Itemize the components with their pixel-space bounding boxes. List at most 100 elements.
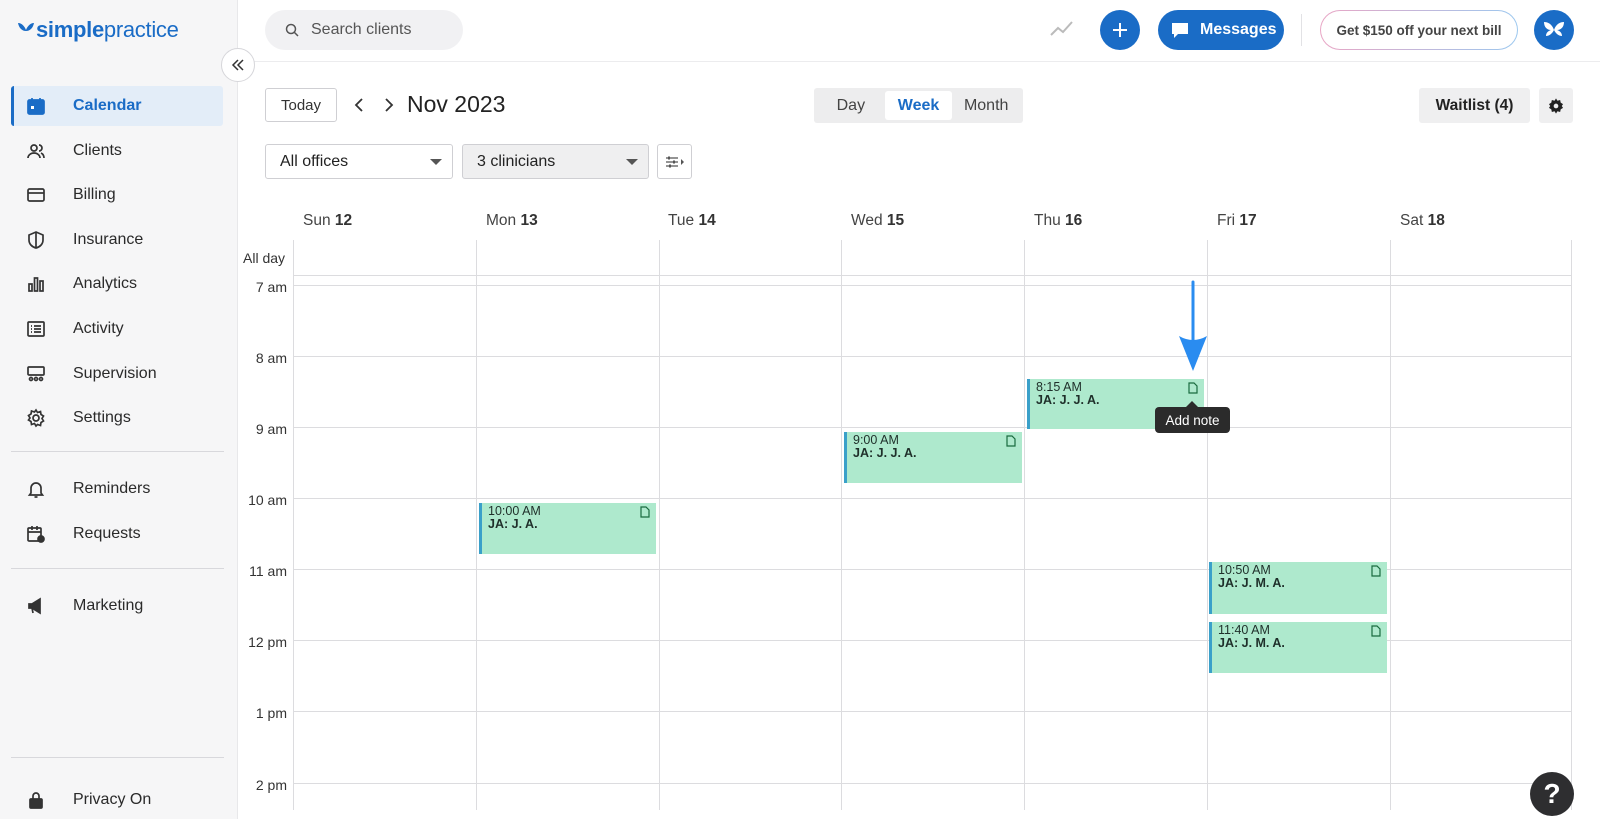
sidebar-item-billing[interactable]: Billing (11, 175, 223, 215)
day-column-line (476, 240, 477, 810)
add-button[interactable] (1100, 10, 1140, 50)
add-note-icon[interactable] (1006, 435, 1016, 447)
collapse-sidebar-button[interactable] (221, 48, 255, 82)
add-note-icon[interactable] (1188, 382, 1198, 394)
time-label: 2 pm (255, 777, 287, 793)
all-day-label: All day (243, 250, 286, 266)
day-header-tue[interactable]: Tue 14 (668, 212, 716, 230)
promo-button[interactable]: Get $150 off your next bill (1320, 10, 1518, 50)
day-column-line (1024, 240, 1025, 810)
lock-icon (25, 789, 47, 811)
logo-light: practice (103, 17, 179, 42)
hour-line (293, 285, 1571, 286)
clients-icon (25, 140, 47, 162)
day-header-fri[interactable]: Fri 17 (1217, 212, 1257, 230)
view-day-tab[interactable]: Day (817, 91, 885, 120)
supervision-icon (25, 363, 47, 385)
plus-icon (1113, 23, 1127, 37)
time-label: 7 am (255, 279, 287, 295)
allday-bottom-line (293, 275, 1571, 276)
view-week-tab[interactable]: Week (884, 91, 953, 120)
appointment-fri-1050[interactable]: 10:50 AM JA: J. M. A. (1209, 562, 1387, 614)
day-column-line (1571, 240, 1572, 810)
time-label: 10 am (248, 492, 287, 508)
time-label: 12 pm (248, 634, 287, 650)
sidebar-item-label: Calendar (73, 97, 142, 114)
view-month-tab[interactable]: Month (952, 91, 1020, 120)
privacy-label: Privacy On (73, 791, 152, 808)
messages-button[interactable]: Messages (1158, 10, 1284, 50)
caret-down-icon (626, 159, 638, 165)
waitlist-button[interactable]: Waitlist (4) (1419, 88, 1530, 123)
sidebar-item-label: Analytics (73, 275, 138, 293)
week-grid: Sun 12 Mon 13 Tue 14 Wed 15 Thu 16 Fri 1… (238, 200, 1600, 810)
time-label: 8 am (255, 350, 287, 366)
day-header-thu[interactable]: Thu 16 (1034, 212, 1082, 230)
sidebar-item-calendar[interactable]: Calendar (11, 86, 223, 126)
previous-week-button[interactable] (349, 94, 369, 116)
hour-line (293, 356, 1571, 357)
day-header-mon[interactable]: Mon 13 (486, 212, 538, 230)
time-label: 11 am (249, 563, 287, 579)
add-note-icon[interactable] (640, 506, 650, 518)
add-note-icon[interactable] (1371, 625, 1381, 637)
next-week-button[interactable] (379, 94, 399, 116)
sidebar-item-label: Supervision (73, 364, 157, 382)
sidebar-item-marketing[interactable]: Marketing (11, 586, 223, 626)
day-header-sat[interactable]: Sat 18 (1400, 212, 1445, 230)
add-note-icon[interactable] (1371, 565, 1381, 577)
sidebar-item-analytics[interactable]: Analytics (11, 264, 223, 304)
butterfly-icon (18, 23, 34, 31)
sidebar-item-label: Billing (73, 186, 116, 204)
top-bar: Messages Get $150 off your next bill (238, 0, 1600, 62)
appointment-mon-1000[interactable]: 10:00 AM JA: J. A. (479, 503, 656, 554)
logo-bold: simple (36, 17, 104, 42)
sliders-icon (665, 156, 684, 167)
appointment-client: JA: J. A. (488, 517, 538, 531)
clinician-select[interactable]: 3 clinicians (462, 144, 649, 179)
day-header-wed[interactable]: Wed 15 (851, 212, 904, 230)
appointment-fri-1140[interactable]: 11:40 AM JA: J. M. A. (1209, 622, 1387, 673)
butterfly-icon (1544, 22, 1564, 36)
chat-bubble-icon (1172, 23, 1188, 38)
sidebar-divider (11, 568, 224, 569)
office-select[interactable]: All offices (265, 144, 453, 179)
gear-icon (1548, 97, 1564, 114)
sidebar-item-supervision[interactable]: Supervision (11, 354, 223, 394)
sidebar-item-requests[interactable]: Requests (11, 514, 223, 554)
sidebar-item-activity[interactable]: Activity (11, 309, 223, 349)
appointment-wed-900[interactable]: 9:00 AM JA: J. J. A. (844, 432, 1022, 483)
hour-line (293, 711, 1571, 712)
sidebar-nav: Calendar Clients Billing Insurance Analy… (11, 86, 223, 443)
calendar-settings-button[interactable] (1539, 88, 1573, 123)
today-button[interactable]: Today (265, 88, 337, 122)
caret-down-icon (430, 159, 442, 165)
add-note-tooltip: Add note (1155, 401, 1230, 433)
logo[interactable]: simplepractice (16, 17, 179, 43)
sidebar-item-settings[interactable]: Settings (11, 398, 223, 438)
toolbar-separator (1301, 14, 1302, 46)
time-label: 1 pm (255, 705, 287, 721)
search-box[interactable] (265, 10, 463, 50)
privacy-toggle[interactable]: Privacy On (11, 780, 223, 819)
filter-button[interactable] (657, 144, 692, 179)
sidebar-item-clients[interactable]: Clients (11, 131, 223, 171)
hour-line (293, 498, 1571, 499)
day-column-line (659, 240, 660, 810)
sidebar-item-reminders[interactable]: Reminders (11, 469, 223, 509)
help-button[interactable]: ? (1530, 772, 1574, 816)
sidebar-divider (11, 757, 224, 758)
day-column-line (293, 240, 294, 810)
bell-icon (25, 478, 47, 500)
sidebar-item-label: Marketing (73, 597, 144, 614)
sidebar-divider (11, 451, 224, 452)
sidebar-item-insurance[interactable]: Insurance (11, 220, 223, 260)
trend-icon[interactable] (1050, 20, 1074, 43)
chevron-left-icon (354, 98, 363, 112)
search-input[interactable] (311, 21, 451, 39)
sidebar-item-label: Activity (73, 319, 124, 337)
day-header-sun[interactable]: Sun 12 (303, 212, 352, 230)
avatar[interactable] (1534, 10, 1574, 50)
sidebar-nav-secondary: Reminders Requests (11, 469, 223, 558)
sidebar-item-label: Requests (73, 524, 141, 542)
